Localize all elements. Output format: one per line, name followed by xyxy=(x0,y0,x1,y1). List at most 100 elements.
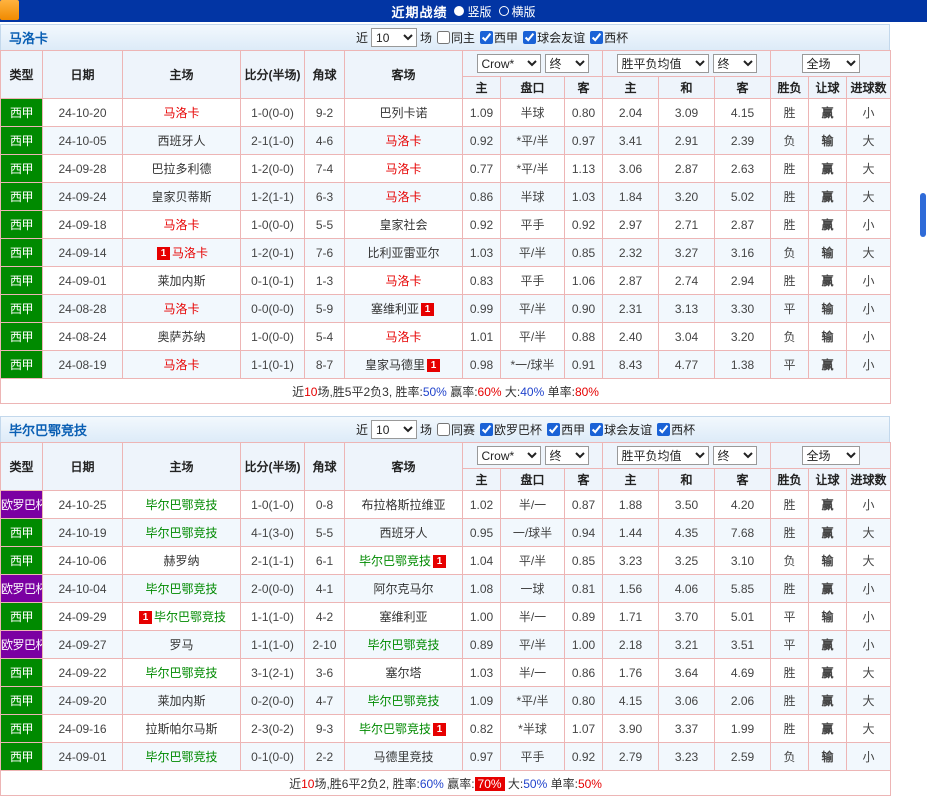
filter-checkbox[interactable]: 欧罗巴杯 xyxy=(480,421,542,438)
away-team-name[interactable]: 毕尔巴鄂竞技 xyxy=(367,638,439,652)
match-row: 西甲 24-09-16 拉斯帕尔马斯 2-3(0-2) 9-3 毕尔巴鄂竞技 1 0.82 *半… xyxy=(0,714,892,743)
away-team-name[interactable]: 毕尔巴鄂竞技 xyxy=(359,722,431,736)
avg-stage-select[interactable]: 终 xyxy=(712,54,757,73)
ah-home-odds: 0.98 xyxy=(462,350,501,379)
filter-checkbox[interactable]: 同主 xyxy=(437,29,475,46)
away-team-name[interactable]: 马洛卡 xyxy=(385,330,421,344)
filter-checkbox-input[interactable] xyxy=(523,31,537,44)
summary-segment: 10 xyxy=(304,384,318,399)
home-team-name[interactable]: 巴拉多利德 xyxy=(151,162,211,176)
away-team-name[interactable]: 布拉格斯拉维亚 xyxy=(361,498,445,512)
odds-provider-select[interactable]: Crow* xyxy=(476,446,541,465)
avg-odds-select[interactable]: 胜平负均值 xyxy=(616,446,709,465)
corner-widget-icon[interactable] xyxy=(0,0,19,20)
red-card-badge: 1 xyxy=(433,723,446,736)
away-team-name[interactable]: 皇家社会 xyxy=(379,218,427,232)
home-team-name[interactable]: 毕尔巴鄂竞技 xyxy=(154,610,226,624)
home-team-name[interactable]: 毕尔巴鄂竞技 xyxy=(145,526,217,540)
scope-select[interactable]: 全场 xyxy=(801,446,860,465)
summary-segment: 大: xyxy=(504,776,524,791)
away-team-name[interactable]: 西班牙人 xyxy=(379,526,427,540)
filter-checkbox[interactable]: 球会友谊 xyxy=(590,421,652,438)
radio-horizontal-icon[interactable] xyxy=(498,6,509,16)
home-team-name[interactable]: 马洛卡 xyxy=(163,302,199,316)
scope-select[interactable]: 全场 xyxy=(801,54,860,73)
sub-header-7: 让球 xyxy=(808,468,848,491)
handicap-result-cell: 赢 xyxy=(808,518,848,547)
filter-checkbox-input[interactable] xyxy=(480,31,494,44)
home-team-name[interactable]: 奥萨苏纳 xyxy=(157,330,205,344)
home-team-name[interactable]: 毕尔巴鄂竞技 xyxy=(145,666,217,680)
recent-count-select[interactable]: 10 xyxy=(371,28,418,47)
odds-provider-select[interactable]: Crow* xyxy=(476,54,541,73)
filter-checkbox-input[interactable] xyxy=(590,423,604,436)
league-cell: 欧罗巴杯 xyxy=(0,490,43,519)
filter-checkbox-input[interactable] xyxy=(437,423,451,436)
avg-draw-odds: 3.70 xyxy=(658,602,716,631)
away-team-name[interactable]: 比利亚雷亚尔 xyxy=(367,246,439,260)
filter-checkbox-input[interactable] xyxy=(657,423,671,436)
corner-cell: 5-9 xyxy=(304,294,345,323)
recent-matches-table: 类型 日期 主场 比分(半场) 角球 客场 Crow* 终胜平负均值终全场主盘口客主和客胜负让… xyxy=(0,442,892,796)
avg-stage-select[interactable]: 终 xyxy=(712,446,757,465)
away-team-name[interactable]: 马洛卡 xyxy=(385,162,421,176)
home-team-name[interactable]: 马洛卡 xyxy=(172,246,208,260)
radio-vertical[interactable]: 竖版 xyxy=(454,3,492,20)
home-team-cell: 西班牙人 xyxy=(122,126,241,155)
home-team-name[interactable]: 马洛卡 xyxy=(163,358,199,372)
ah-line: 平/半 xyxy=(500,238,565,267)
away-team-name[interactable]: 皇家马德里 xyxy=(365,358,425,372)
goals-cell: 小 xyxy=(846,630,892,659)
col-header-corner: 角球 xyxy=(304,50,345,99)
summary-segment: 60% xyxy=(477,384,502,399)
score-cell: 0-1(0-0) xyxy=(240,742,305,771)
away-team-name[interactable]: 塞维利亚 xyxy=(371,302,419,316)
filter-checkbox[interactable]: 球会友谊 xyxy=(523,29,585,46)
avg-odds-select[interactable]: 胜平负均值 xyxy=(616,54,709,73)
home-team-name[interactable]: 莱加内斯 xyxy=(157,694,205,708)
filter-checkbox-input[interactable] xyxy=(437,31,451,44)
away-team-name[interactable]: 毕尔巴鄂竞技 xyxy=(367,694,439,708)
filter-checkbox-input[interactable] xyxy=(547,423,561,436)
home-team-name[interactable]: 毕尔巴鄂竞技 xyxy=(145,498,217,512)
home-team-name[interactable]: 罗马 xyxy=(169,638,193,652)
home-team-name[interactable]: 西班牙人 xyxy=(157,134,205,148)
ah-away-odds: 0.81 xyxy=(563,574,604,603)
home-team-name[interactable]: 莱加内斯 xyxy=(157,274,205,288)
away-team-name[interactable]: 巴列卡诺 xyxy=(379,106,427,120)
radio-vertical-icon[interactable] xyxy=(454,6,465,16)
ah-away-odds: 0.85 xyxy=(563,546,604,575)
scrollbar-thumb[interactable] xyxy=(920,193,926,237)
ah-away-odds: 1.03 xyxy=(563,182,604,211)
odds-stage-select[interactable]: 终 xyxy=(544,446,589,465)
away-team-name[interactable]: 马德里竞技 xyxy=(373,750,433,764)
home-team-name[interactable]: 马洛卡 xyxy=(163,218,199,232)
filter-checkbox[interactable]: 同赛 xyxy=(437,421,475,438)
away-team-name[interactable]: 阿尔克马尔 xyxy=(373,582,433,596)
away-team-name[interactable]: 马洛卡 xyxy=(385,274,421,288)
filter-checkbox-input[interactable] xyxy=(590,31,604,44)
filter-checkbox-input[interactable] xyxy=(480,423,494,436)
filter-checkbox[interactable]: 西杯 xyxy=(657,421,695,438)
away-team-name[interactable]: 塞维利亚 xyxy=(379,610,427,624)
home-team-name[interactable]: 赫罗纳 xyxy=(163,554,199,568)
away-team-name[interactable]: 塞尔塔 xyxy=(385,666,421,680)
home-team-name[interactable]: 皇家贝蒂斯 xyxy=(151,190,211,204)
home-team-name[interactable]: 毕尔巴鄂竞技 xyxy=(145,582,217,596)
home-team-name[interactable]: 马洛卡 xyxy=(163,106,199,120)
filter-checkbox[interactable]: 西甲 xyxy=(547,421,585,438)
home-team-name[interactable]: 拉斯帕尔马斯 xyxy=(145,722,217,736)
radio-horizontal[interactable]: 横版 xyxy=(498,3,536,20)
corner-cell: 3-6 xyxy=(304,658,345,687)
away-team-name[interactable]: 马洛卡 xyxy=(385,190,421,204)
filter-checkbox[interactable]: 西甲 xyxy=(480,29,518,46)
away-team-name[interactable]: 马洛卡 xyxy=(385,134,421,148)
handicap-result-cell: 赢 xyxy=(808,210,848,239)
home-team-name[interactable]: 毕尔巴鄂竞技 xyxy=(145,750,217,764)
recent-count-select[interactable]: 10 xyxy=(371,420,418,439)
ah-away-odds: 0.80 xyxy=(563,686,604,715)
odds-stage-select[interactable]: 终 xyxy=(544,54,589,73)
away-team-cell: 皇家社会 xyxy=(344,210,463,239)
filter-checkbox[interactable]: 西杯 xyxy=(590,29,628,46)
away-team-name[interactable]: 毕尔巴鄂竞技 xyxy=(359,554,431,568)
